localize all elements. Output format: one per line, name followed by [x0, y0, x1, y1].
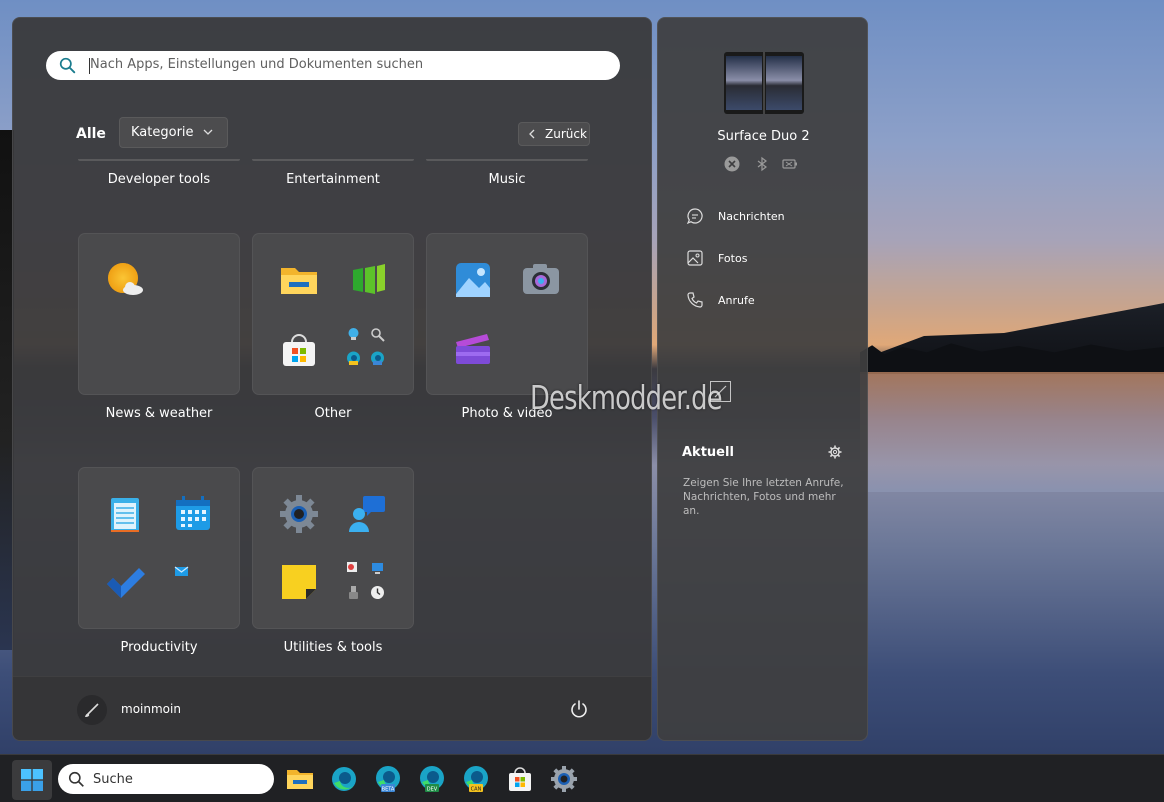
recent-settings-icon[interactable]: [828, 445, 842, 459]
back-button[interactable]: Zurück: [518, 122, 590, 146]
photos-icon: [687, 250, 703, 266]
user-avatar[interactable]: [77, 695, 107, 725]
category-tile-developer-tools[interactable]: [78, 159, 240, 161]
camera-app-icon[interactable]: [521, 260, 561, 300]
nav-photos-label: Fotos: [718, 251, 748, 265]
photos-app-icon[interactable]: [453, 260, 493, 300]
message-icon: [686, 208, 703, 225]
weather-app-icon[interactable]: [105, 260, 145, 300]
search-icon: [59, 57, 76, 74]
get-help-icon[interactable]: [347, 494, 387, 534]
nav-messages[interactable]: Nachrichten: [686, 206, 856, 226]
watermark-brush-icon: [710, 381, 731, 402]
background-lake-reflection: [860, 372, 1164, 492]
category-tile-news-weather[interactable]: [78, 233, 240, 395]
nav-messages-label: Nachrichten: [718, 209, 785, 223]
category-tile-photo-video[interactable]: [426, 233, 588, 395]
watermark-text: Deskmodder.de: [530, 378, 723, 417]
file-explorer-icon[interactable]: [279, 260, 319, 300]
taskbar-search-label: Suche: [93, 771, 133, 787]
chevron-left-icon: [529, 129, 535, 139]
beta-badge: BETA: [382, 787, 395, 793]
chevron-down-icon: [203, 129, 213, 135]
nav-photos[interactable]: Fotos: [686, 248, 856, 268]
settings-icon[interactable]: [279, 494, 319, 534]
battery-icon: [782, 159, 797, 169]
category-label-productivity: Productivity: [120, 640, 198, 655]
can-badge: CAN: [471, 787, 482, 793]
sticky-notes-icon[interactable]: [279, 562, 319, 602]
file-explorer-icon[interactable]: [286, 765, 314, 793]
search-icon: [68, 771, 84, 787]
calendar-icon[interactable]: [173, 494, 213, 534]
edge-dev-icon[interactable]: DEV: [418, 765, 446, 793]
surface-duo-device-image: [724, 52, 804, 114]
start-search-box[interactable]: Nach Apps, Einstellungen und Dokumenten …: [46, 51, 620, 80]
category-label-music: Music: [488, 172, 526, 187]
category-dropdown[interactable]: Kategorie: [119, 117, 228, 148]
phone-icon: [687, 292, 703, 308]
windows-logo-icon: [21, 769, 43, 791]
filter-all[interactable]: Alle: [76, 126, 106, 142]
category-label-developer-tools: Developer tools: [107, 172, 211, 187]
category-tile-music[interactable]: [426, 159, 588, 161]
alarm-clock-icon[interactable]: [370, 585, 385, 600]
category-tile-utilities-tools[interactable]: [252, 467, 414, 629]
clipchamp-icon[interactable]: [453, 328, 493, 368]
nav-calls-label: Anrufe: [718, 293, 755, 307]
mail-icon[interactable]: [174, 564, 189, 579]
user-name[interactable]: moinmoin: [121, 702, 181, 716]
start-footer: moinmoin: [13, 676, 651, 740]
snipping-tool-icon[interactable]: [346, 561, 361, 576]
taskbar-search[interactable]: Suche: [58, 764, 274, 794]
brush-icon: [85, 703, 99, 717]
category-label-other: Other: [314, 406, 352, 421]
microsoft-store-icon[interactable]: [279, 330, 319, 370]
edge-canary-mini-icon[interactable]: [346, 351, 361, 366]
remote-desktop-icon[interactable]: [370, 561, 385, 576]
category-label-utilities-tools: Utilities & tools: [283, 640, 383, 655]
category-tile-productivity[interactable]: [78, 467, 240, 629]
xbox-game-bar-icon[interactable]: [349, 260, 389, 300]
category-tile-entertainment[interactable]: [252, 159, 414, 161]
taskbar: Suche BETA DEV CAN: [0, 754, 1164, 802]
search-placeholder[interactable]: Nach Apps, Einstellungen und Dokumenten …: [90, 57, 423, 72]
bluetooth-icon: [757, 156, 767, 172]
edge-canary-icon[interactable]: CAN: [462, 765, 490, 793]
back-button-label: Zurück: [545, 127, 587, 141]
dev-badge: DEV: [427, 787, 438, 793]
edge-icon[interactable]: [330, 765, 358, 793]
edge-beta-icon[interactable]: BETA: [374, 765, 402, 793]
recent-title: Aktuell: [682, 445, 734, 460]
todo-icon[interactable]: [105, 562, 145, 602]
power-icon[interactable]: [569, 699, 589, 719]
usb-tool-icon[interactable]: [346, 585, 361, 600]
settings-icon[interactable]: [550, 765, 578, 793]
category-label-news-weather: News & weather: [105, 406, 213, 421]
disconnected-icon: [724, 156, 740, 172]
tips-icon[interactable]: [346, 327, 361, 342]
nav-calls[interactable]: Anrufe: [686, 290, 856, 310]
notepad-icon[interactable]: [105, 494, 145, 534]
magnifier-icon[interactable]: [370, 327, 385, 342]
category-dropdown-label: Kategorie: [131, 125, 194, 140]
device-name: Surface Duo 2: [717, 129, 810, 144]
category-tile-other[interactable]: [252, 233, 414, 395]
start-button[interactable]: [12, 760, 52, 800]
edge-beta-mini-icon[interactable]: [370, 351, 385, 366]
recent-description: Zeigen Sie Ihre letzten Anrufe, Nachrich…: [683, 477, 844, 517]
category-label-entertainment: Entertainment: [286, 172, 380, 187]
store-icon[interactable]: [506, 765, 534, 793]
